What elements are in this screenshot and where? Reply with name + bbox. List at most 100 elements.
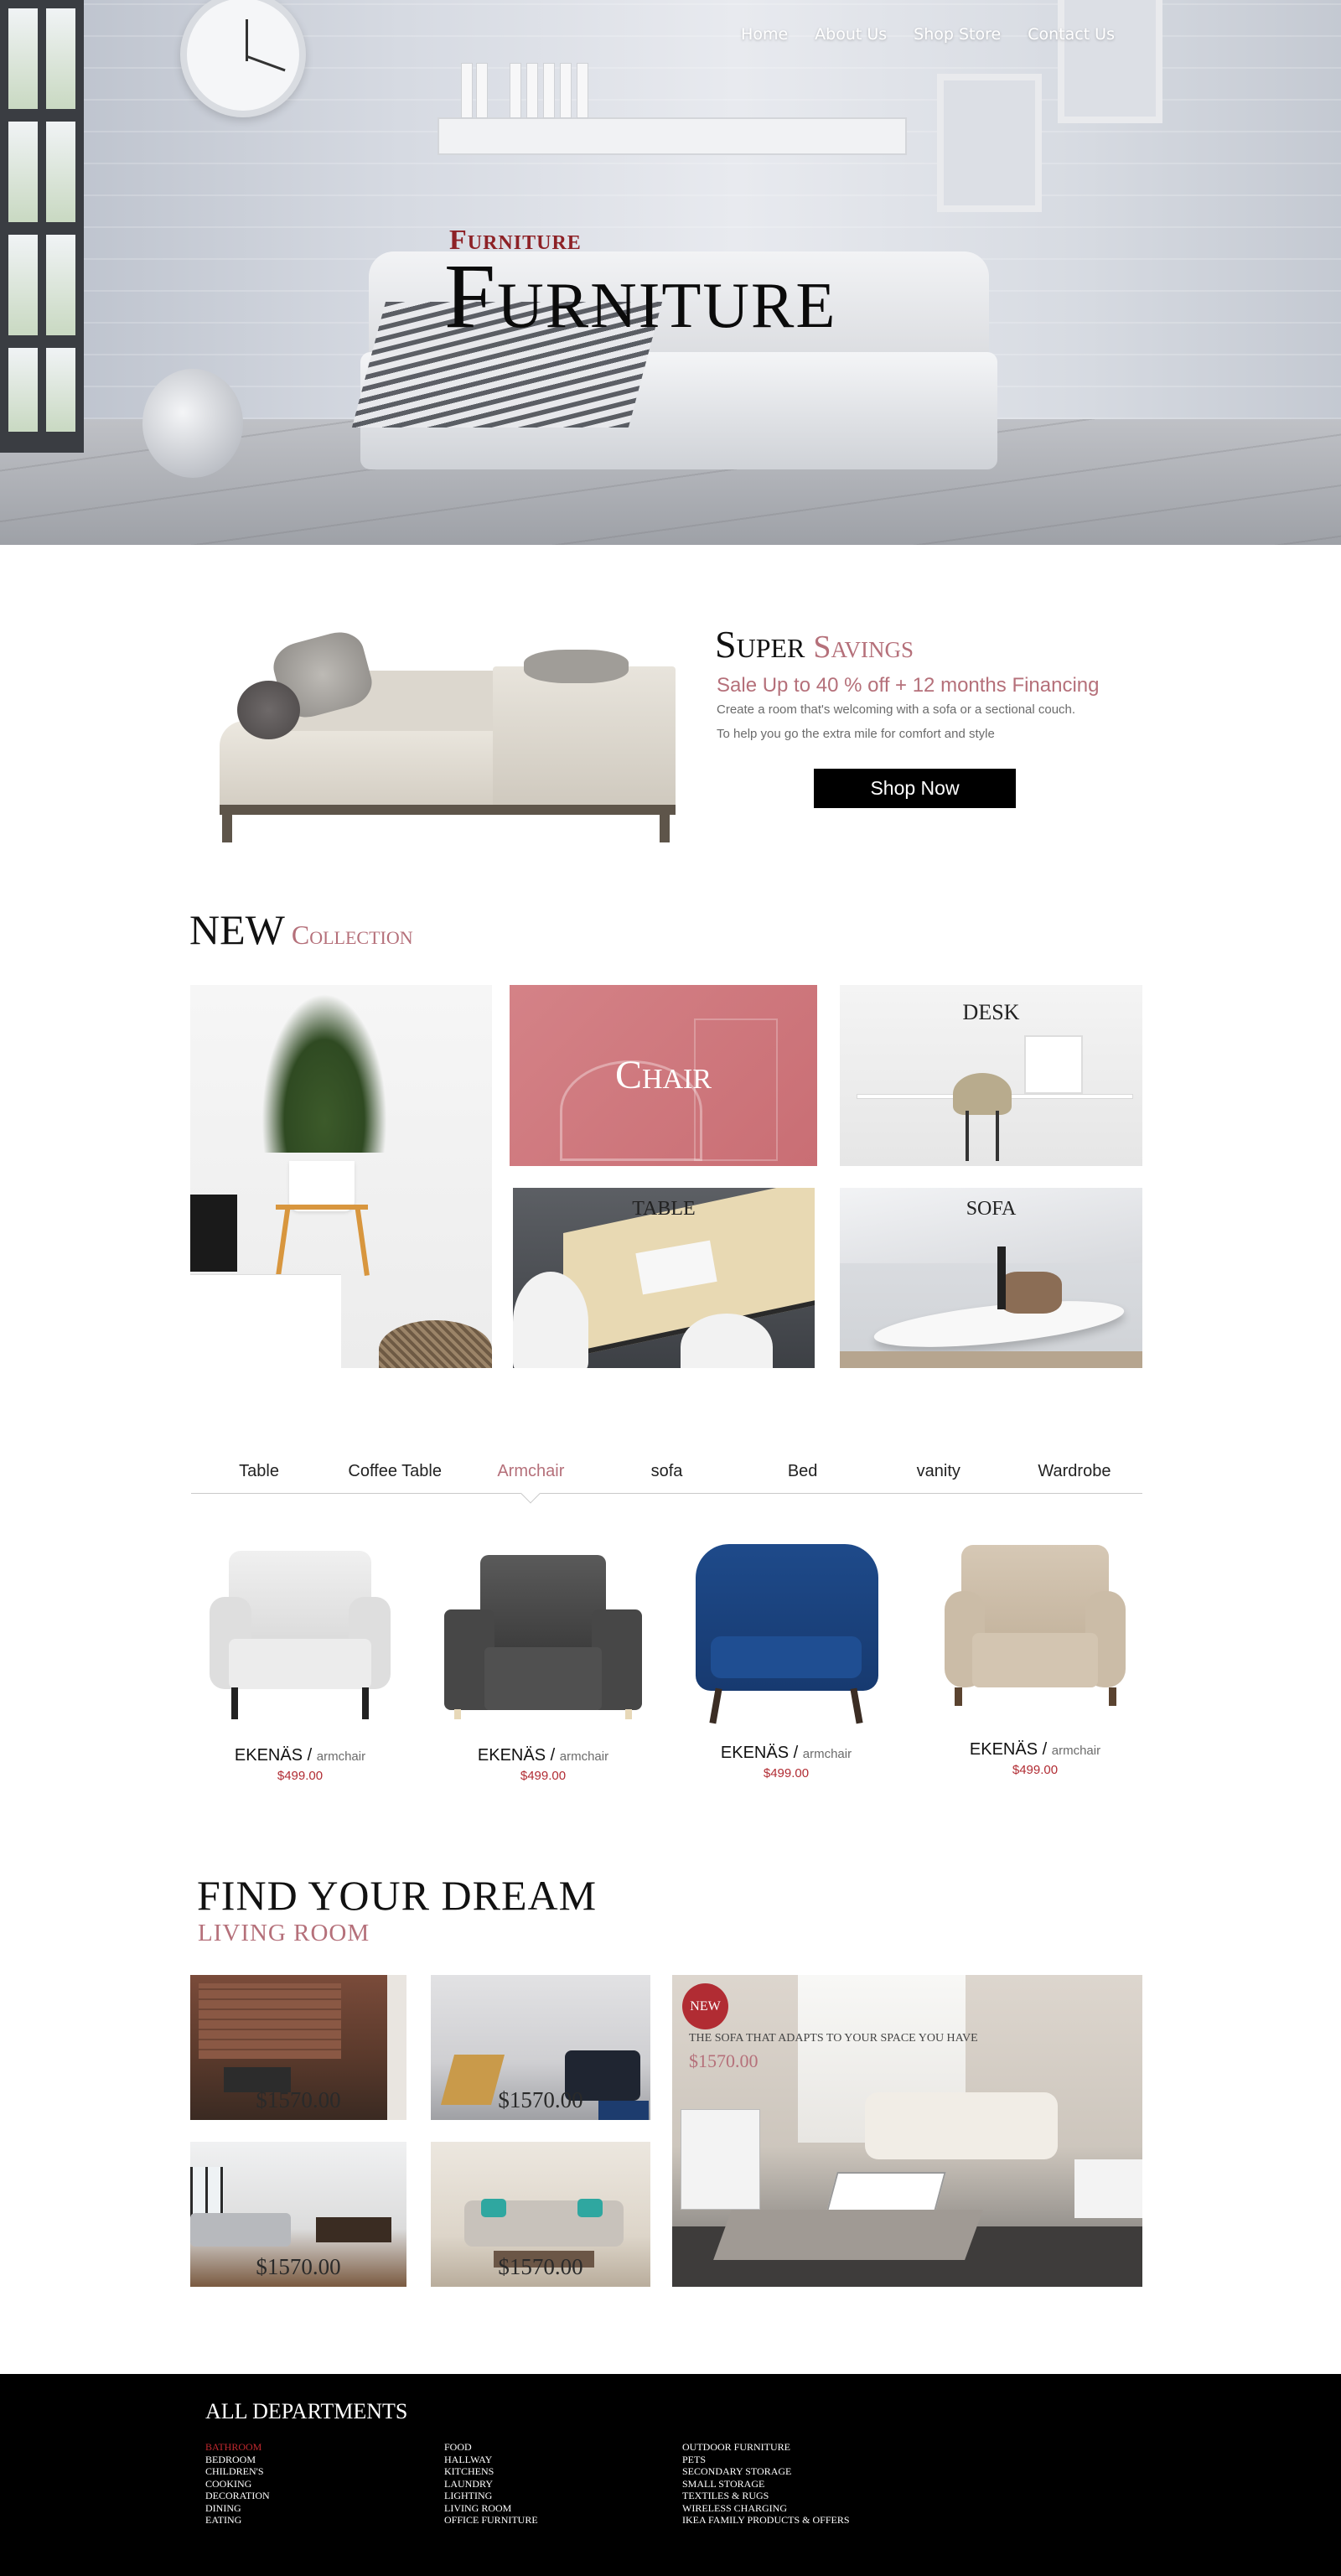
- collection-sofa-tile[interactable]: Sofa: [840, 1188, 1142, 1368]
- collection-desk-label: Desk: [962, 1000, 1020, 1024]
- product-card[interactable]: EKENÄS / armchair $499.00: [926, 1532, 1144, 1777]
- product-name: EKENÄS / armchair: [677, 1744, 895, 1763]
- product-type: armchair: [802, 1747, 852, 1761]
- nav-shop-store[interactable]: Shop Store: [914, 25, 1001, 44]
- collection-plant-tile[interactable]: [190, 985, 492, 1368]
- collection-table-label: Table: [632, 1198, 696, 1220]
- room-price: $1570.00: [256, 2087, 341, 2112]
- chaise-base: [220, 805, 676, 815]
- footer: [0, 2374, 1341, 2576]
- tab-vanity[interactable]: vanity: [871, 1450, 1007, 1493]
- footer-link-childrens[interactable]: Children's: [205, 2465, 270, 2478]
- room-card[interactable]: $1570.00: [190, 2142, 406, 2287]
- category-tabs: Table Coffee Table Armchair sofa Bed van…: [191, 1450, 1142, 1494]
- product-image: [926, 1532, 1144, 1734]
- main-nav: Home About Us Shop Store Contact Us: [741, 25, 1115, 44]
- footer-link-living-room[interactable]: Living room: [444, 2502, 538, 2515]
- room-card[interactable]: $1570.00: [431, 2142, 650, 2287]
- hero-banner: Home About Us Shop Store Contact Us Furn…: [0, 0, 1341, 545]
- product-price: $499.00: [277, 1769, 324, 1783]
- footer-link-ikea-family[interactable]: IKEA family products & offers: [682, 2514, 850, 2527]
- footer-link-dining[interactable]: Dining: [205, 2502, 270, 2515]
- footer-link-office-furniture[interactable]: Office furniture: [444, 2514, 538, 2527]
- footer-link-kitchens[interactable]: Kitchens: [444, 2465, 538, 2478]
- footer-link-bathroom[interactable]: Bathroom: [205, 2441, 270, 2454]
- collection-sofa-label: Sofa: [966, 1198, 1017, 1220]
- tab-wardrobe[interactable]: Wardrobe: [1007, 1450, 1142, 1493]
- product-name-text: EKENÄS /: [234, 1746, 313, 1765]
- footer-link-bedroom[interactable]: Bedroom: [205, 2454, 270, 2466]
- product-name: EKENÄS / armchair: [434, 1746, 652, 1765]
- savings-description-1: Create a room that's welcoming with a so…: [717, 702, 1076, 717]
- tab-coffee-table[interactable]: Coffee Table: [327, 1450, 463, 1493]
- nav-home[interactable]: Home: [741, 25, 788, 44]
- tab-sofa[interactable]: sofa: [598, 1450, 734, 1493]
- footer-link-secondary-storage[interactable]: Secondary storage: [682, 2465, 850, 2478]
- product-name-text: EKENÄS /: [477, 1746, 556, 1765]
- product-name-text: EKENÄS /: [969, 1740, 1048, 1759]
- new-badge: NEW: [682, 1983, 728, 2029]
- savings-description-2: To help you go the extra mile for comfor…: [717, 727, 995, 741]
- hero-title: Furniture: [444, 245, 837, 347]
- footer-link-outdoor-furniture[interactable]: Outdoor furniture: [682, 2441, 850, 2454]
- product-image: [191, 1538, 409, 1739]
- wall-frame: [1058, 0, 1162, 123]
- shop-now-button[interactable]: Shop Now: [814, 769, 1016, 808]
- collection-desk-tile[interactable]: Desk: [840, 985, 1142, 1166]
- nav-contact-us[interactable]: Contact Us: [1028, 25, 1115, 44]
- product-type: armchair: [1051, 1744, 1101, 1758]
- tab-table[interactable]: Table: [191, 1450, 327, 1493]
- product-image: [434, 1538, 652, 1739]
- product-name-text: EKENÄS /: [720, 1744, 799, 1762]
- product-card[interactable]: EKENÄS / armchair $499.00: [677, 1536, 895, 1780]
- dream-subtitle: Living room: [198, 1920, 370, 1946]
- footer-column-1: Bathroom Bedroom Children's Cooking Deco…: [205, 2441, 270, 2527]
- savings-title-accent: Savings: [813, 630, 914, 665]
- footer-link-eating[interactable]: Eating: [205, 2514, 270, 2527]
- collection-chair-tile[interactable]: Chair: [510, 985, 817, 1166]
- footer-link-food[interactable]: Food: [444, 2441, 538, 2454]
- savings-subtitle: Sale Up to 40 % off + 12 months Financin…: [717, 674, 1100, 697]
- chaise-bolster: [237, 681, 300, 739]
- featured-price: $1570.00: [689, 2050, 759, 2071]
- product-type: armchair: [316, 1749, 366, 1764]
- footer-link-small-storage[interactable]: Small storage: [682, 2478, 850, 2490]
- featured-room-card[interactable]: [672, 1975, 1142, 2287]
- footer-link-wireless-charging[interactable]: Wireless charging: [682, 2502, 850, 2515]
- room-price: $1570.00: [256, 2254, 341, 2279]
- new-collection-title-accent: Collection: [291, 920, 413, 950]
- product-image: [677, 1536, 895, 1737]
- room-price: $1570.00: [498, 2254, 583, 2279]
- wall-shelf: [438, 117, 907, 155]
- hero-window: [0, 0, 84, 453]
- tab-armchair[interactable]: Armchair: [463, 1450, 598, 1493]
- footer-link-hallway[interactable]: Hallway: [444, 2454, 538, 2466]
- new-collection-title: NEW Collection: [189, 905, 413, 954]
- nav-about-us[interactable]: About Us: [815, 25, 887, 44]
- product-price: $499.00: [763, 1766, 810, 1780]
- footer-link-textiles-rugs[interactable]: Textiles & rugs: [682, 2490, 850, 2502]
- product-name: EKENÄS / armchair: [191, 1746, 409, 1765]
- room-card[interactable]: $1570.00: [190, 1975, 406, 2120]
- room-card[interactable]: $1570.00: [431, 1975, 650, 2120]
- collection-chair-label: Chair: [614, 1053, 712, 1097]
- footer-link-lighting[interactable]: Lighting: [444, 2490, 538, 2502]
- savings-title-main: Super: [715, 623, 805, 666]
- footer-link-cooking[interactable]: Cooking: [205, 2478, 270, 2490]
- footer-column-2: Food Hallway Kitchens Laundry Lighting L…: [444, 2441, 538, 2527]
- footer-link-pets[interactable]: Pets: [682, 2454, 850, 2466]
- product-card[interactable]: EKENÄS / armchair $499.00: [434, 1538, 652, 1783]
- chaise-pillow: [524, 650, 629, 683]
- product-price: $499.00: [520, 1769, 567, 1783]
- product-price: $499.00: [1012, 1763, 1059, 1777]
- footer-column-3: Outdoor furniture Pets Secondary storage…: [682, 2441, 850, 2527]
- tab-bed[interactable]: Bed: [735, 1450, 871, 1493]
- footer-link-laundry[interactable]: Laundry: [444, 2478, 538, 2490]
- product-card[interactable]: EKENÄS / armchair $499.00: [191, 1538, 409, 1783]
- savings-title: Super Savings: [715, 622, 914, 666]
- new-collection-title-main: NEW: [189, 906, 285, 953]
- room-price: $1570.00: [498, 2087, 583, 2112]
- chaise-leg: [660, 809, 670, 842]
- footer-link-decoration[interactable]: Decoration: [205, 2490, 270, 2502]
- collection-table-tile[interactable]: Table: [513, 1188, 815, 1368]
